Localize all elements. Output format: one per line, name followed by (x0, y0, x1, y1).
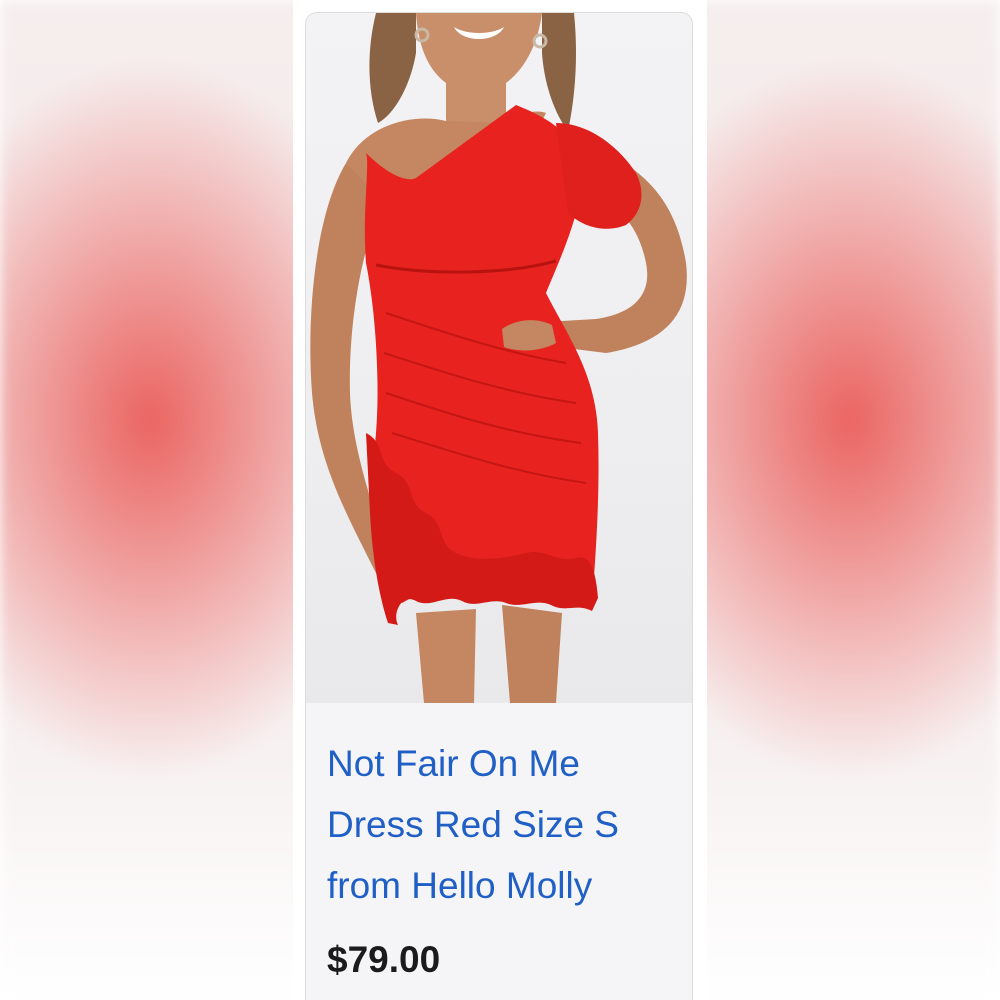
product-card[interactable]: Not Fair On Me Dress Red Size S from Hel… (305, 12, 693, 1000)
product-info: Not Fair On Me Dress Red Size S from Hel… (306, 703, 692, 1000)
product-title-link[interactable]: Not Fair On Me Dress Red Size S from Hel… (327, 733, 657, 916)
product-image[interactable] (306, 13, 692, 703)
product-price: $79.00 (327, 939, 441, 980)
dress-model-illustration (310, 13, 687, 703)
